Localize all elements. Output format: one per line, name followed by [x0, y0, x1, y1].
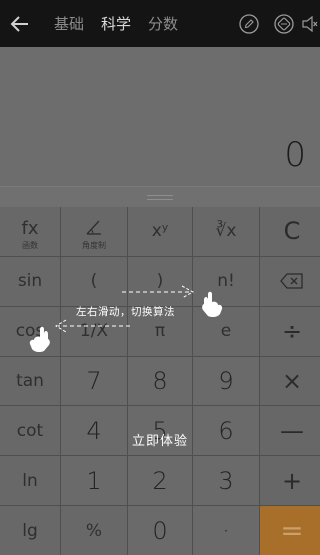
digit-6-label: 6 — [218, 416, 234, 445]
sin-key-label: sin — [17, 271, 43, 292]
digit-1-label: 1 — [86, 466, 102, 495]
close-paren-key-label: ) — [156, 271, 164, 292]
tab-basic[interactable]: 基础 — [54, 14, 84, 34]
cube-root-key-label: ∛x — [215, 221, 237, 242]
digit-9-key[interactable]: 9 — [193, 356, 259, 406]
angle-mode-sublabel: 角度制 — [82, 240, 106, 250]
digit-0-key[interactable]: 0 — [128, 506, 192, 555]
equals-key-label: = — [280, 514, 304, 548]
handle-bar — [147, 195, 173, 200]
digit-7-key[interactable]: 7 — [61, 356, 127, 406]
clear-key[interactable]: C — [260, 207, 320, 256]
power-key[interactable]: xʸ — [128, 207, 192, 256]
back-arrow-icon[interactable] — [8, 12, 32, 36]
sound-mute-icon[interactable] — [301, 13, 319, 35]
tab-scientific[interactable]: 科学 — [101, 14, 131, 34]
cos-key[interactable]: cos — [0, 306, 60, 356]
lg-key[interactable]: lg — [0, 506, 60, 555]
pi-key-label: π — [154, 321, 166, 342]
keypad: fx 函数 角度制 xʸ ∛x C sin ( ) n! cos 1/X π e… — [0, 207, 320, 555]
subtract-key-label: — — [280, 416, 304, 445]
result-display: 0 — [0, 47, 320, 186]
ln-key-label: ln — [22, 470, 38, 491]
add-key-label: + — [281, 466, 303, 495]
decimal-point-key[interactable]: · — [193, 506, 259, 555]
tan-key-label: tan — [16, 370, 44, 391]
multiply-key[interactable]: × — [260, 356, 320, 406]
top-bar: 基础 科学 分数 — [0, 0, 320, 47]
digit-8-key[interactable]: 8 — [128, 356, 192, 406]
reciprocal-key-label: 1/X — [79, 321, 109, 342]
digit-6-key[interactable]: 6 — [193, 406, 259, 456]
close-paren-key[interactable]: ) — [128, 256, 192, 306]
digit-4-label: 4 — [86, 416, 102, 445]
drag-handle[interactable] — [0, 186, 320, 207]
digit-7-label: 7 — [86, 366, 102, 395]
function-key-sublabel: 函数 — [22, 240, 38, 250]
lg-key-label: lg — [22, 520, 38, 541]
power-key-label: xʸ — [151, 221, 169, 242]
add-key[interactable]: + — [260, 456, 320, 506]
pencil-icon[interactable] — [238, 13, 260, 35]
backspace-key[interactable] — [260, 256, 320, 306]
sin-key[interactable]: sin — [0, 256, 60, 306]
open-paren-key-label: ( — [90, 271, 98, 292]
function-key-label: fx — [21, 217, 39, 239]
angle-icon — [86, 220, 101, 236]
result-value: 0 — [284, 135, 306, 175]
subtract-key[interactable]: — — [260, 406, 320, 456]
cube-root-key[interactable]: ∛x — [193, 207, 259, 256]
e-key-label: e — [220, 321, 232, 342]
factorial-key-label: n! — [217, 271, 235, 292]
ln-key[interactable]: ln — [0, 456, 60, 506]
cot-key-label: cot — [16, 420, 44, 441]
theme-icon[interactable] — [273, 13, 295, 35]
clear-key-label: C — [283, 217, 301, 246]
digit-3-label: 3 — [218, 466, 234, 495]
open-paren-key[interactable]: ( — [61, 256, 127, 306]
try-now-button[interactable]: 立即体验 — [127, 431, 193, 453]
function-key[interactable]: fx 函数 — [0, 207, 60, 256]
digit-1-key[interactable]: 1 — [61, 456, 127, 506]
digit-9-label: 9 — [218, 366, 234, 395]
digit-0-label: 0 — [152, 516, 168, 545]
cos-key-label: cos — [15, 321, 45, 342]
digit-8-label: 8 — [152, 366, 168, 395]
divide-key-label: ÷ — [281, 317, 303, 346]
percent-key-label: % — [85, 520, 103, 541]
cot-key[interactable]: cot — [0, 406, 60, 456]
factorial-key[interactable]: n! — [193, 256, 259, 306]
equals-key[interactable]: = — [260, 506, 320, 555]
tab-fraction[interactable]: 分数 — [148, 14, 178, 34]
angle-mode-key[interactable]: 角度制 — [61, 207, 127, 256]
digit-4-key[interactable]: 4 — [61, 406, 127, 456]
percent-key[interactable]: % — [61, 506, 127, 555]
digit-2-key[interactable]: 2 — [128, 456, 192, 506]
backspace-icon — [280, 273, 304, 289]
divide-key[interactable]: ÷ — [260, 306, 320, 356]
multiply-key-label: × — [281, 366, 303, 395]
digit-3-key[interactable]: 3 — [193, 456, 259, 506]
decimal-point-label: · — [222, 516, 230, 545]
digit-2-label: 2 — [152, 466, 168, 495]
tan-key[interactable]: tan — [0, 356, 60, 406]
e-key[interactable]: e — [193, 306, 259, 356]
swipe-hint-text: 左右滑动，切换算法 — [76, 306, 175, 318]
